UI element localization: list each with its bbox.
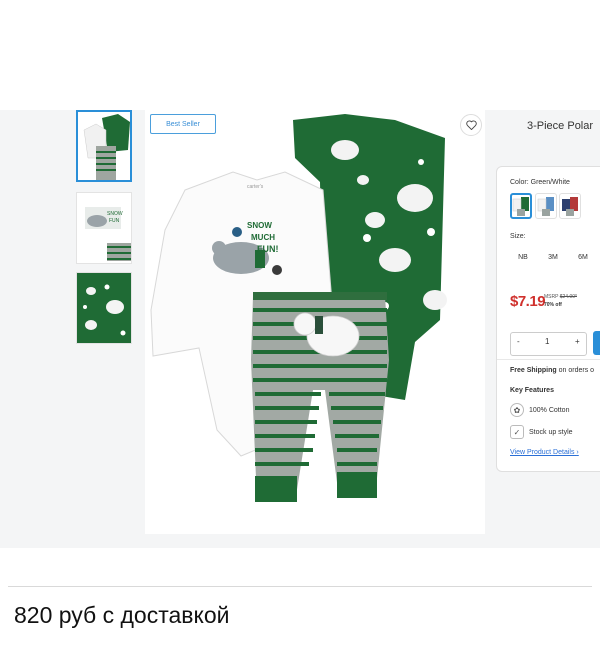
quantity-stepper: - 1 + [510,332,587,356]
svg-text:FUN!: FUN! [257,244,279,254]
msrp-label: MSRP [544,294,559,300]
quantity-plus-button[interactable]: + [575,337,580,346]
price-caption: 820 руб с доставкой [14,602,230,628]
svg-text:MUCH: MUCH [251,233,275,242]
chevron-right-icon: › [576,449,579,456]
shipping-bold: Free Shipping [510,367,557,374]
thumbnail-1[interactable] [76,110,132,182]
msrp: MSRP $24.00* [544,294,577,300]
discount-text: 70% off [544,302,562,308]
size-option-3m[interactable]: 3M [540,249,566,265]
best-seller-label: Best Seller [166,120,200,128]
color-swatch-blue[interactable] [535,193,557,219]
product-screenshot: SNOW FUN carter's SNOW MUCH FUN! Best Se… [0,110,600,548]
divider [497,359,600,360]
checkmark-icon: ✓ [510,425,524,439]
sale-price: $7.19 [510,293,546,310]
svg-text:SNOW: SNOW [107,211,123,217]
main-product-image[interactable]: carter's SNOW MUCH FUN! [145,110,485,534]
thumbnail-3[interactable] [76,272,132,344]
color-value: Green/White [530,179,570,186]
color-label-row: Color: Green/White [510,179,570,186]
color-swatch-green-white[interactable] [510,193,532,219]
key-features-heading: Key Features [510,387,554,394]
view-product-details-link[interactable]: View Product Details › [510,449,579,456]
color-swatch-red-navy[interactable] [559,193,581,219]
heart-icon[interactable] [460,114,482,136]
size-label: Size: [510,233,526,240]
shipping-rest: on orders o [558,367,595,374]
best-seller-badge: Best Seller [150,114,216,134]
shipping-note: Free Shipping on orders o [510,367,594,374]
color-label: Color: [510,179,529,186]
msrp-value: $24.00* [559,294,577,300]
divider-line [8,586,592,587]
size-option-6m[interactable]: 6M [570,249,596,265]
purchase-panel: Color: Green/White Size: NB 3M 6M $7.19 … [496,166,600,472]
product-title: 3-Piece Polar [527,120,594,132]
quantity-minus-button[interactable]: - [517,337,520,346]
thumbnail-2[interactable]: SNOW FUN [76,192,132,264]
add-to-cart-button[interactable] [593,331,600,355]
svg-text:SNOW: SNOW [247,221,272,230]
feature-stock-up: Stock up style [529,429,573,436]
quantity-value[interactable]: 1 [545,337,549,346]
size-option-nb[interactable]: NB [510,249,536,265]
feature-cotton: 100% Cotton [529,407,570,414]
cotton-icon: ✿ [510,403,524,417]
svg-text:FUN: FUN [109,218,120,224]
svg-text:carter's: carter's [247,184,264,190]
details-link-text[interactable]: View Product Details [510,449,574,456]
